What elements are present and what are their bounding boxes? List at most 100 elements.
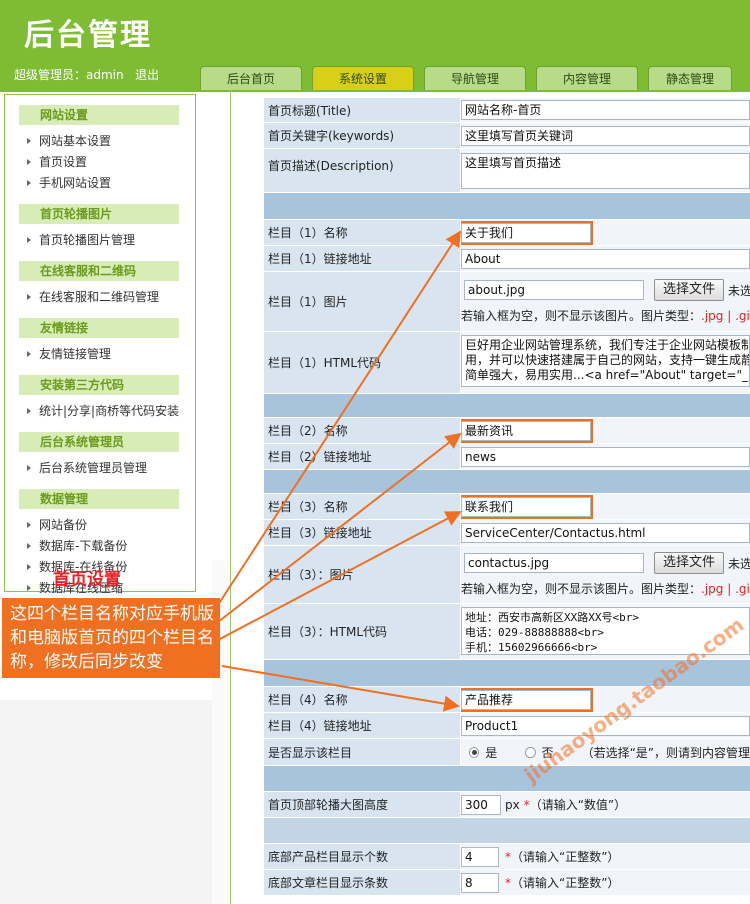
sidebar-group-title: 后台系统管理员 bbox=[19, 432, 179, 452]
form-row-col2-link: 栏目（2）链接地址 news bbox=[264, 444, 750, 470]
form-row-col3-name: 栏目（3）名称 联系我们 bbox=[264, 494, 750, 520]
form-row-col3-html: 栏目（3）：HTML代码 地址：西安市高新区XX路XX号<br> 电话：029-… bbox=[264, 604, 750, 660]
arrow-right-icon bbox=[27, 137, 31, 144]
sidebar-item-label: 后台系统管理员管理 bbox=[39, 461, 148, 475]
form-row-col1-image: 栏目（1）图片 about.jpg 选择文件 未选 若输入框为空，则不显示该图片… bbox=[264, 272, 750, 332]
col1-image-input[interactable]: about.jpg bbox=[464, 280, 644, 300]
arrow-right-icon bbox=[27, 584, 31, 591]
field-label: 首页标题(Title) bbox=[264, 98, 460, 122]
section-divider bbox=[264, 766, 750, 792]
form-row-col1-html: 栏目（1）HTML代码 巨好用企业网站管理系统，我们专注于企业网站模板制 用，并… bbox=[264, 332, 750, 394]
home-settings-form: 首页标题(Title) 网站名称-首页 首页关键字(keywords) 这里填写… bbox=[264, 98, 750, 896]
section-divider bbox=[264, 394, 750, 418]
sidebar-annotation: 首页设置 bbox=[53, 570, 121, 590]
sidebar-item-label: 网站基本设置 bbox=[39, 134, 112, 148]
arrow-right-icon bbox=[27, 542, 31, 549]
field-label: 栏目（1）链接地址 bbox=[264, 246, 460, 271]
field-label: 栏目（1）名称 bbox=[264, 220, 460, 245]
main-tabs: 后台首页 系统设置 导航管理 内容管理 静态管理 bbox=[200, 64, 732, 90]
sidebar-item-basic-settings[interactable]: 网站基本设置 bbox=[5, 131, 195, 152]
title-input[interactable]: 网站名称-首页 bbox=[461, 100, 750, 120]
article-count-input[interactable]: 8 bbox=[461, 872, 499, 893]
app-logo: 后台管理 bbox=[24, 18, 152, 53]
tab-system-settings[interactable]: 系统设置 bbox=[312, 66, 414, 90]
sidebar-item-admins[interactable]: 后台系统管理员管理 bbox=[5, 458, 195, 479]
arrow-right-icon bbox=[27, 350, 31, 357]
field-label: 底部产品栏目显示个数 bbox=[264, 844, 460, 869]
form-row-col1-name: 栏目（1）名称 关于我们 bbox=[264, 220, 750, 246]
show-hint: （若选择“是”，则请到内容管理 bbox=[581, 745, 750, 760]
col2-name-input[interactable]: 最新资讯 bbox=[461, 418, 593, 443]
tab-home[interactable]: 后台首页 bbox=[200, 66, 302, 90]
col3-link-input[interactable]: ServiceCenter/Contactus.html bbox=[461, 522, 750, 543]
sidebar-item-db-download[interactable]: 数据库-下载备份 bbox=[5, 536, 195, 557]
choose-file-button[interactable]: 选择文件 bbox=[654, 552, 725, 574]
col2-link-input[interactable]: news bbox=[461, 446, 750, 467]
banner-hint: （请输入“数值”） bbox=[529, 798, 627, 812]
field-label: 栏目（3）链接地址 bbox=[264, 520, 460, 545]
tab-static[interactable]: 静态管理 bbox=[648, 66, 732, 90]
sidebar-item-service-qrcode[interactable]: 在线客服和二维码管理 bbox=[5, 287, 195, 308]
product-count-input[interactable]: 4 bbox=[461, 846, 499, 867]
logout-link[interactable]: 退出 bbox=[135, 68, 159, 82]
sidebar-item-home-settings[interactable]: 首页设置 bbox=[5, 152, 195, 173]
arrow-right-icon bbox=[27, 407, 31, 414]
sidebar-group-title: 网站设置 bbox=[19, 105, 179, 125]
form-row-col4-name: 栏目（4）名称 产品推荐 bbox=[264, 687, 750, 713]
sidebar-item-label: 友情链接管理 bbox=[39, 347, 112, 361]
show-no-radio[interactable] bbox=[525, 746, 536, 758]
col4-name-input[interactable]: 产品推荐 bbox=[461, 687, 593, 712]
field-label: 首页描述(Description) bbox=[264, 149, 460, 192]
show-yes-radio[interactable] bbox=[469, 746, 480, 758]
form-row-col3-link: 栏目（3）链接地址 ServiceCenter/Contactus.html bbox=[264, 520, 750, 546]
field-label: 栏目（3）名称 bbox=[264, 494, 460, 519]
form-row-col2-name: 栏目（2）名称 最新资讯 bbox=[264, 418, 750, 444]
sidebar-group-title: 在线客服和二维码 bbox=[19, 261, 179, 281]
field-label: 栏目（2）链接地址 bbox=[264, 444, 460, 469]
col1-name-input[interactable]: 关于我们 bbox=[461, 220, 593, 245]
tab-content[interactable]: 内容管理 bbox=[536, 66, 638, 90]
sidebar-item-mobile-settings[interactable]: 手机网站设置 bbox=[5, 173, 195, 194]
section-divider bbox=[264, 470, 750, 494]
sidebar-item-site-backup[interactable]: 网站备份 bbox=[5, 515, 195, 536]
no-file-text: 未选 bbox=[728, 283, 750, 298]
col1-link-input[interactable]: About bbox=[461, 248, 750, 269]
yes-label: 是 bbox=[485, 745, 498, 760]
field-label: 栏目（3）：HTML代码 bbox=[264, 604, 460, 659]
vertical-divider bbox=[230, 90, 231, 904]
form-row-title: 首页标题(Title) 网站名称-首页 bbox=[264, 98, 750, 123]
field-label: 是否显示该栏目 bbox=[264, 739, 460, 765]
sidebar-item-carousel[interactable]: 首页轮播图片管理 bbox=[5, 230, 195, 251]
sidebar-item-third-party-code[interactable]: 统计|分享|商桥等代码安装 bbox=[5, 401, 195, 422]
field-label: 栏目（3）：图片 bbox=[264, 546, 460, 603]
no-file-text: 未选 bbox=[728, 556, 750, 571]
form-row-show-column: 是否显示该栏目 是 否 （若选择“是”，则请到内容管理 bbox=[264, 739, 750, 766]
sidebar-item-label: 首页设置 bbox=[39, 155, 88, 169]
sidebar-item-label: 统计|分享|商桥等代码安装 bbox=[39, 404, 180, 418]
form-row-article-count: 底部文章栏目显示条数 8 * （请输入“正整数”） bbox=[264, 870, 750, 896]
col1-html-textarea[interactable]: 巨好用企业网站管理系统，我们专注于企业网站模板制 用，并可以快速搭建属于自己的网… bbox=[461, 335, 750, 387]
col3-image-input[interactable]: contactus.jpg bbox=[464, 553, 644, 573]
banner-height-input[interactable]: 300 bbox=[461, 794, 501, 815]
tab-navigation[interactable]: 导航管理 bbox=[424, 66, 526, 90]
sidebar-group-title: 首页轮播图片 bbox=[19, 204, 179, 224]
keywords-input[interactable]: 这里填写首页关键词 bbox=[461, 125, 750, 146]
col3-name-input[interactable]: 联系我们 bbox=[461, 494, 593, 519]
sidebar-item-label: 数据库-下载备份 bbox=[39, 539, 128, 553]
choose-file-button[interactable]: 选择文件 bbox=[654, 279, 725, 301]
form-row-keywords: 首页关键字(keywords) 这里填写首页关键词 bbox=[264, 123, 750, 149]
image-types: .jpg | .gi bbox=[701, 582, 750, 596]
sidebar-item-label: 首页轮播图片管理 bbox=[39, 233, 136, 247]
sidebar-item-label: 在线客服和二维码管理 bbox=[39, 290, 160, 304]
sidebar-item-links[interactable]: 友情链接管理 bbox=[5, 344, 195, 365]
arrow-right-icon bbox=[27, 521, 31, 528]
field-label: 栏目（1）图片 bbox=[264, 272, 460, 331]
arrow-right-icon bbox=[27, 236, 31, 243]
description-textarea[interactable]: 这里填写首页描述 bbox=[461, 153, 750, 189]
sidebar-item-label: 手机网站设置 bbox=[39, 176, 112, 190]
form-row-banner-height: 首页顶部轮播大图高度 300 px * （请输入“数值”） bbox=[264, 792, 750, 818]
image-hint: 若输入框为空，则不显示该图片。图片类型： bbox=[461, 582, 702, 596]
field-label: 首页关键字(keywords) bbox=[264, 123, 460, 148]
top-header: 后台管理 超级管理员：admin 退出 后台首页 系统设置 导航管理 内容管理 … bbox=[0, 0, 750, 90]
form-row-description: 首页描述(Description) 这里填写首页描述 bbox=[264, 149, 750, 193]
